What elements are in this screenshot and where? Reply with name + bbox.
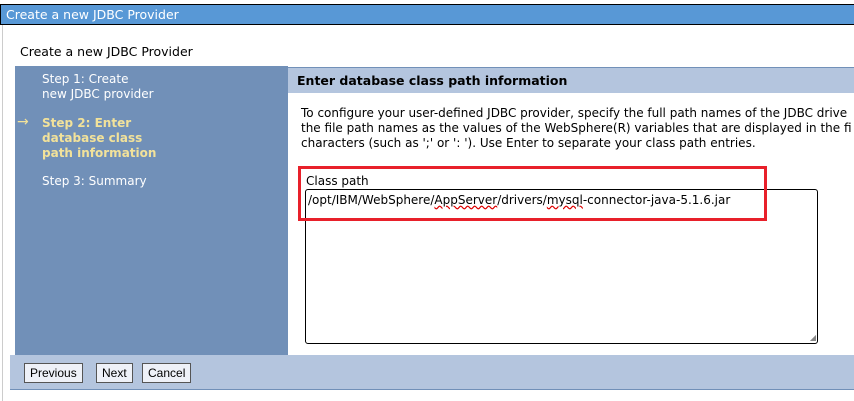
section-header: Enter database class path information — [288, 67, 854, 93]
step-1[interactable]: Step 1: Create new JDBC provider — [42, 72, 154, 102]
cancel-button[interactable]: Cancel — [142, 363, 192, 383]
divider — [2, 25, 3, 401]
description: To configure your user-defined JDBC prov… — [301, 106, 854, 151]
window-title: Create a new JDBC Provider — [0, 4, 854, 25]
step-label: Step 1: Create — [42, 72, 129, 86]
description-line: To configure your user-defined JDBC prov… — [301, 106, 848, 120]
next-button[interactable]: Next — [96, 363, 133, 383]
current-step-arrow-icon: → — [17, 114, 29, 130]
description-line: the file path names as the values of the… — [301, 121, 852, 135]
resize-handle-icon[interactable]: ◢ — [810, 333, 816, 342]
step-3[interactable]: Step 3: Summary — [42, 174, 147, 189]
step-label: Step 3: Summary — [42, 174, 147, 188]
step-label: Step 2: Enter — [42, 116, 132, 130]
step-label: path information — [42, 146, 157, 160]
step-label: database class — [42, 131, 143, 145]
page-title: Create a new JDBC Provider — [20, 44, 193, 59]
step-2: Step 2: Enter database class path informat… — [42, 116, 156, 161]
description-line: characters (such as ';' or ': '). Use En… — [301, 136, 756, 150]
button-bar: Previous Next Cancel — [10, 355, 854, 390]
step-label: new JDBC provider — [42, 87, 154, 101]
highlight-box — [298, 166, 767, 221]
wizard-steps: Step 1: Create new JDBC provider → Step 2… — [15, 66, 288, 356]
previous-button[interactable]: Previous — [24, 363, 83, 383]
